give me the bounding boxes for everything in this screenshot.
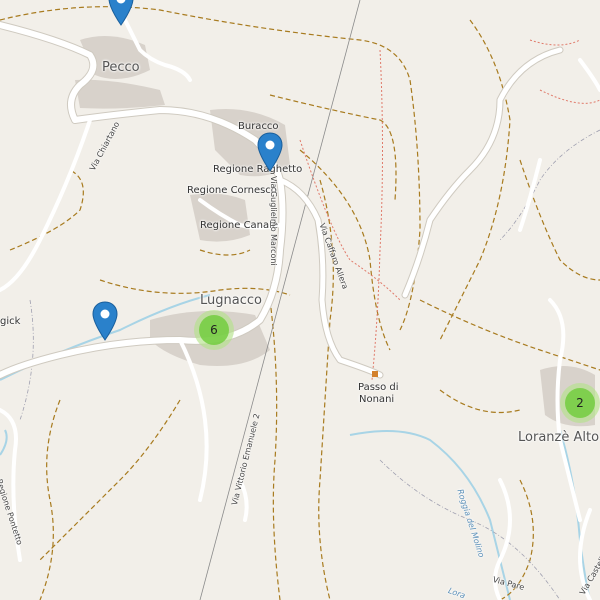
map-marker-lugnacco-west[interactable] <box>92 301 118 341</box>
map-canvas[interactable]: Pecco Buracco Regione Raghetto Regione C… <box>0 0 600 600</box>
cluster-count: 6 <box>199 315 229 345</box>
mountain-pass-icon <box>372 371 378 377</box>
map-marker-pecco[interactable] <box>108 0 134 26</box>
map-tiles <box>0 0 600 600</box>
marker-cluster-loranze[interactable]: 2 <box>560 383 600 423</box>
marker-cluster-lugnacco[interactable]: 6 <box>194 310 234 350</box>
map-pin-icon <box>108 0 134 26</box>
map-marker-raghetto[interactable] <box>257 132 283 172</box>
map-pin-icon <box>257 132 283 172</box>
cluster-count: 2 <box>565 388 595 418</box>
map-pin-icon <box>92 301 118 341</box>
